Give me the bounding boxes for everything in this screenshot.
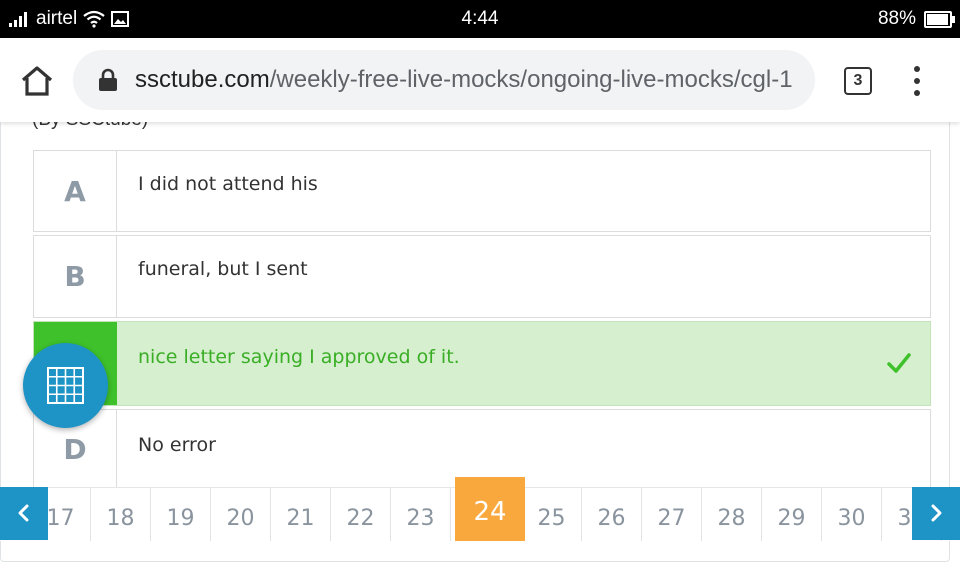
lock-icon	[99, 68, 117, 91]
url-path: /weekly-free-live-mocks/ongoing-live-moc…	[269, 66, 793, 93]
tabs-button[interactable]: 3	[844, 67, 872, 95]
page-number-18[interactable]: 18	[91, 488, 151, 541]
more-vert-icon-dot	[914, 90, 920, 96]
url-text[interactable]: ssctube.com/weekly-free-live-mocks/ongoi…	[135, 50, 813, 110]
option-text: nice letter saying I approved of it.	[138, 346, 460, 368]
option-text: I did not attend his	[138, 173, 318, 195]
page-number-21[interactable]: 21	[271, 488, 331, 541]
more-menu-button[interactable]	[907, 66, 927, 96]
option-a[interactable]: A I did not attend his	[33, 150, 931, 232]
page-number-29[interactable]: 29	[762, 488, 822, 541]
check-icon	[887, 353, 911, 373]
page-number-22[interactable]: 22	[331, 488, 391, 541]
option-c[interactable]: C nice letter saying I approved of it.	[33, 321, 931, 406]
clock: 4:44	[461, 8, 499, 29]
option-letter: B	[34, 236, 117, 317]
question-grid-button[interactable]	[23, 343, 108, 428]
page-number-23[interactable]: 23	[391, 488, 451, 541]
page-number-27[interactable]: 27	[642, 488, 702, 541]
battery-fill	[927, 13, 949, 25]
page-number-19[interactable]: 19	[151, 488, 211, 541]
page-number-30[interactable]: 30	[822, 488, 882, 541]
prev-page-button[interactable]	[0, 487, 48, 540]
grid-icon	[47, 367, 84, 404]
status-bar: airtel 4:44 88%	[0, 0, 960, 38]
battery-icon	[924, 10, 955, 28]
page-number-20[interactable]: 20	[211, 488, 271, 541]
question-pagination: 171819202122232425262728293031	[0, 477, 960, 541]
address-bar[interactable]: ssctube.com/weekly-free-live-mocks/ongoi…	[73, 50, 815, 110]
browser-toolbar: ssctube.com/weekly-free-live-mocks/ongoi…	[0, 38, 960, 122]
battery-percent: 88%	[877, 8, 916, 29]
option-text: funeral, but I sent	[138, 258, 308, 280]
url-domain: ssctube.com	[135, 66, 270, 93]
page-number-28[interactable]: 28	[702, 488, 762, 541]
option-b[interactable]: B funeral, but I sent	[33, 235, 931, 318]
page-number-25[interactable]: 25	[522, 488, 582, 541]
page-number-26[interactable]: 26	[582, 488, 642, 541]
more-vert-icon	[914, 66, 920, 72]
option-letter: A	[34, 151, 117, 231]
more-vert-icon-dot	[914, 78, 920, 84]
next-page-button[interactable]	[912, 487, 960, 540]
status-right: 88%	[877, 0, 955, 38]
home-icon	[21, 66, 53, 96]
page-number-24[interactable]: 24	[455, 477, 525, 541]
option-text: No error	[138, 434, 216, 456]
chevron-right-icon	[931, 504, 942, 522]
chevron-left-icon	[18, 504, 29, 522]
home-button[interactable]	[18, 62, 56, 100]
